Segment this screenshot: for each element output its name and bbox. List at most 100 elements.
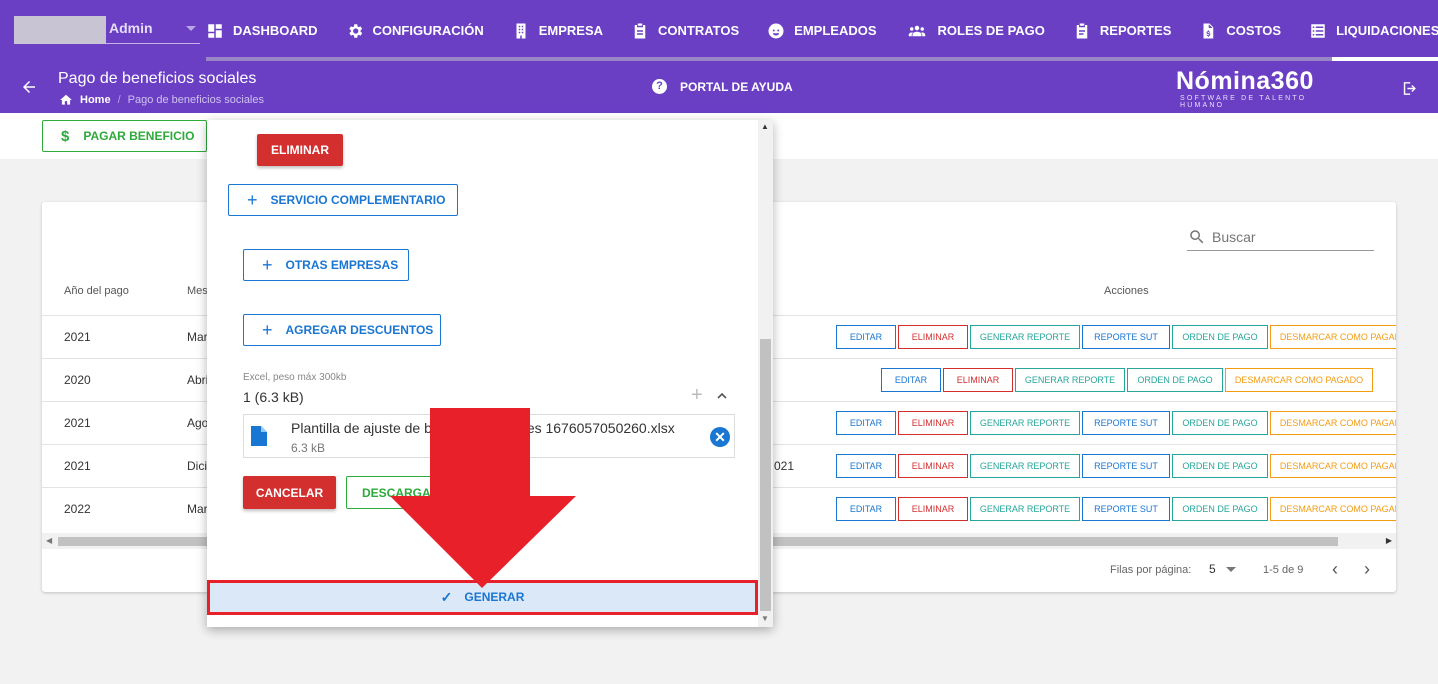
nav-label: CONTRATOS [658, 23, 740, 38]
user-name: Admin [109, 20, 153, 36]
nav-label: EMPLEADOS [794, 23, 877, 38]
delete-button[interactable]: ELIMINAR [898, 411, 968, 435]
report-sut-button[interactable]: REPORTE SUT [1082, 497, 1170, 521]
gear-icon [348, 23, 362, 38]
row-actions: EDITAR ELIMINAR GENERAR REPORTE REPORTE … [836, 325, 1396, 349]
generate-report-button[interactable]: GENERAR REPORTE [970, 497, 1080, 521]
pay-benefit-label: PAGAR BENEFICIO [83, 129, 195, 143]
file-dollar-icon [1203, 23, 1214, 38]
edit-button[interactable]: EDITAR [836, 411, 896, 435]
row-actions: EDITAR ELIMINAR GENERAR REPORTE REPORTE … [836, 411, 1396, 435]
nav-dashboard[interactable]: DASHBOARD [206, 22, 318, 40]
breadcrumb: Home / Pago de beneficios sociales [59, 93, 264, 107]
scrollbar-thumb[interactable] [760, 339, 771, 611]
file-upload-hint: Excel, peso máx 300kb [243, 372, 347, 383]
delete-button[interactable]: ELIMINAR [257, 134, 343, 166]
file-size: 6.3 kB [291, 441, 326, 455]
report-sut-button[interactable]: REPORTE SUT [1082, 454, 1170, 478]
button-label: AGREGAR DESCUENTOS [285, 323, 434, 337]
unmark-paid-button[interactable]: DESMARCAR COMO PAGADO [1270, 454, 1396, 478]
payment-order-button[interactable]: ORDEN DE PAGO [1172, 325, 1268, 349]
nav-costos[interactable]: COSTOS [1199, 22, 1281, 40]
rows-per-page-label: Filas por página: [1110, 564, 1192, 576]
edit-button[interactable]: EDITAR [881, 368, 941, 392]
breadcrumb-home[interactable]: Home [59, 93, 111, 107]
delete-button[interactable]: ELIMINAR [898, 325, 968, 349]
generate-report-button[interactable]: GENERAR REPORTE [970, 454, 1080, 478]
add-file-icon[interactable]: + [691, 384, 703, 407]
chevron-up-icon[interactable] [716, 390, 728, 402]
pay-benefit-button[interactable]: $ PAGAR BENEFICIO [42, 120, 207, 152]
brand-logo: Nómina360 SOFTWARE DE TALENTO HUMANO [1176, 67, 1346, 109]
nav-configuracion[interactable]: CONFIGURACIÓN [346, 22, 484, 40]
nav-roles-de-pago[interactable]: ROLES DE PAGO [905, 22, 1045, 40]
plus-icon: + [247, 190, 258, 210]
edit-button[interactable]: EDITAR [836, 497, 896, 521]
edit-button[interactable]: EDITAR [836, 325, 896, 349]
nav-liquidaciones[interactable]: LIQUIDACIONES [1309, 22, 1438, 40]
clipboard-icon [634, 23, 646, 38]
nav-reportes[interactable]: REPORTES [1073, 22, 1172, 40]
unmark-paid-button[interactable]: DESMARCAR COMO PAGADO [1225, 368, 1373, 392]
next-page-icon[interactable]: › [1364, 559, 1370, 580]
unmark-paid-button[interactable]: DESMARCAR COMO PAGADO [1270, 497, 1396, 521]
help-label: PORTAL DE AYUDA [680, 79, 793, 94]
cell-detail: 021 [774, 459, 795, 473]
nav-contratos[interactable]: CONTRATOS [631, 22, 739, 40]
search-input[interactable] [1212, 228, 1362, 245]
scroll-down-icon[interactable]: ▼ [761, 614, 769, 623]
rows-per-page-value: 5 [1209, 562, 1216, 576]
delete-button[interactable]: ELIMINAR [898, 497, 968, 521]
report-sut-button[interactable]: REPORTE SUT [1082, 325, 1170, 349]
unmark-paid-button[interactable]: DESMARCAR COMO PAGADO [1270, 411, 1396, 435]
edit-button[interactable]: EDITAR [836, 454, 896, 478]
report-sut-button[interactable]: REPORTE SUT [1082, 411, 1170, 435]
generate-report-button[interactable]: GENERAR REPORTE [970, 411, 1080, 435]
payment-order-button[interactable]: ORDEN DE PAGO [1172, 411, 1268, 435]
nav-empleados[interactable]: EMPLEADOS [767, 22, 877, 40]
add-discounts-button[interactable]: + AGREGAR DESCUENTOS [243, 314, 441, 346]
cell-month: Dici [187, 459, 207, 473]
column-header-year[interactable]: Año del pago [64, 285, 129, 297]
nav-empresa[interactable]: EMPRESA [512, 22, 603, 40]
rows-per-page-select[interactable]: 5 [1209, 562, 1236, 576]
nav-label: COSTOS [1226, 23, 1282, 38]
cell-year: 2020 [64, 373, 91, 387]
cell-month: Mar [187, 502, 208, 516]
chevron-down-icon [1225, 566, 1236, 572]
add-complementary-service-button[interactable]: + SERVICIO COMPLEMENTARIO [228, 184, 458, 216]
add-other-companies-button[interactable]: + OTRAS EMPRESAS [243, 249, 409, 281]
logout-icon[interactable] [1401, 80, 1418, 97]
nav-label: CONFIGURACIÓN [372, 23, 484, 38]
brand-name: Nómina360 [1176, 67, 1314, 95]
cell-year: 2022 [64, 502, 91, 516]
prev-page-icon[interactable]: ‹ [1332, 559, 1338, 580]
generate-report-button[interactable]: GENERAR REPORTE [1015, 368, 1125, 392]
generate-report-button[interactable]: GENERAR REPORTE [970, 325, 1080, 349]
nav-label: EMPRESA [538, 23, 604, 38]
annotation-arrow-icon [390, 408, 576, 588]
users-icon [908, 25, 925, 36]
cell-month: Mar [187, 330, 208, 344]
scroll-up-icon[interactable]: ▲ [761, 122, 769, 131]
breadcrumb-current: Pago de beneficios sociales [127, 94, 264, 106]
delete-button[interactable]: ELIMINAR [943, 368, 1013, 392]
payment-order-button[interactable]: ORDEN DE PAGO [1172, 497, 1268, 521]
remove-file-icon[interactable]: ✕ [710, 427, 730, 447]
payment-order-button[interactable]: ORDEN DE PAGO [1172, 454, 1268, 478]
back-arrow-icon[interactable] [20, 78, 38, 96]
payment-order-button[interactable]: ORDEN DE PAGO [1127, 368, 1223, 392]
column-header-month[interactable]: Mes [187, 285, 208, 297]
scroll-left-icon[interactable]: ◀ [46, 536, 52, 545]
page-title: Pago de beneficios sociales [58, 70, 257, 87]
help-portal-link[interactable]: ? PORTAL DE AYUDA [652, 79, 793, 94]
nav-label: REPORTES [1099, 23, 1172, 38]
scroll-right-icon[interactable]: ▶ [1386, 536, 1392, 545]
vertical-scrollbar[interactable]: ▲ ▼ [758, 120, 773, 627]
dollar-icon: $ [61, 127, 70, 145]
delete-button[interactable]: ELIMINAR [898, 454, 968, 478]
unmark-paid-button[interactable]: DESMARCAR COMO PAGADO [1270, 325, 1396, 349]
user-selector[interactable]: Admin [14, 16, 200, 44]
cancel-button[interactable]: CANCELAR [243, 476, 336, 509]
search-field[interactable] [1187, 223, 1374, 251]
